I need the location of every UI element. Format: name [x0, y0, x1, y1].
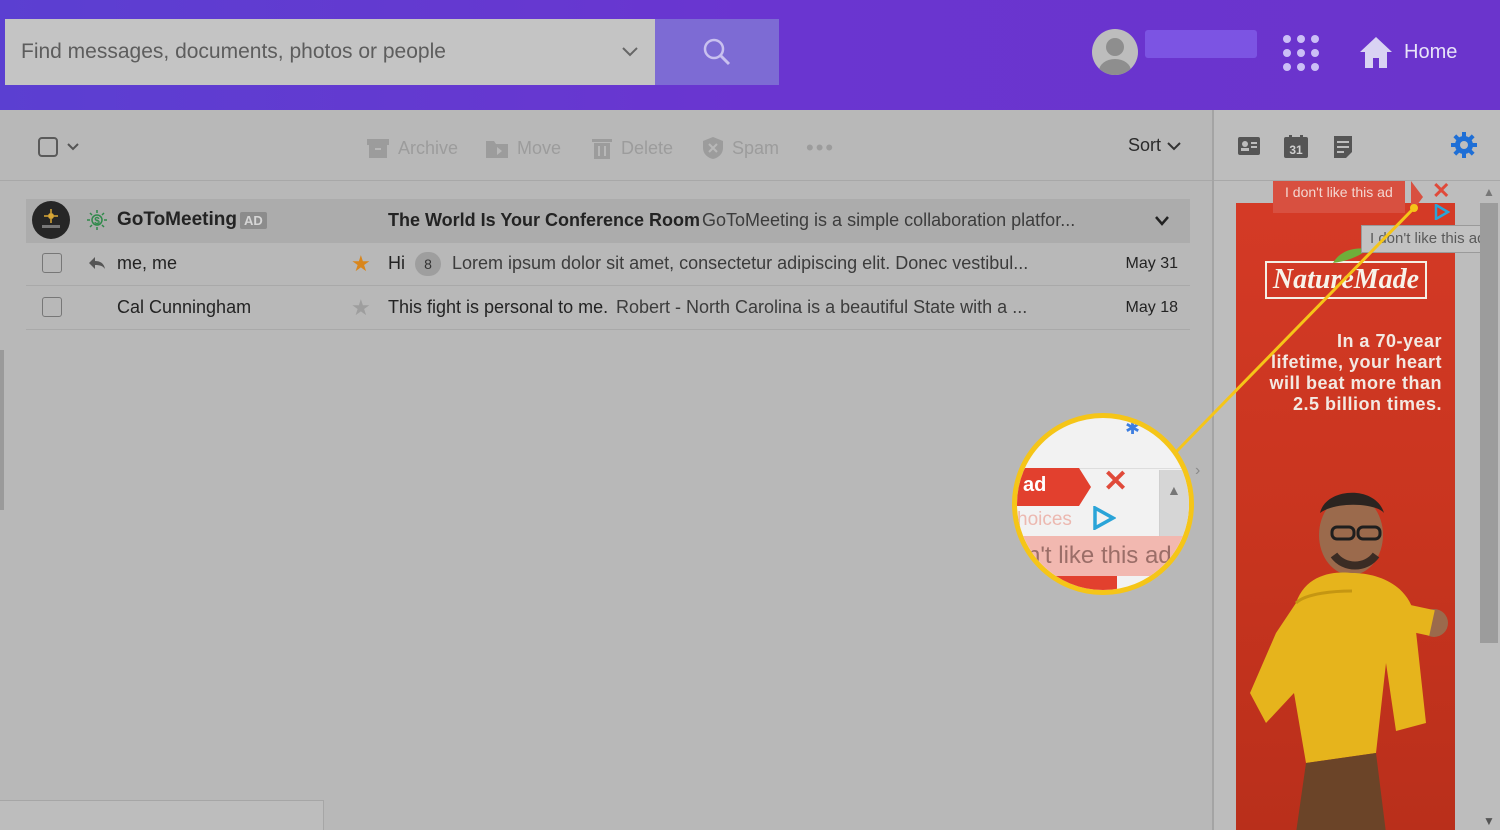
magnified-tag-arrow [1079, 468, 1091, 506]
table-row[interactable]: Cal Cunningham ★ This fight is personal … [26, 286, 1190, 330]
ad-badge: AD [240, 212, 267, 229]
message-subject: This fight is personal to me. [388, 297, 609, 317]
search-icon [703, 38, 731, 66]
display-ad[interactable]: NatureMade In a 70-year lifetime, your h… [1236, 203, 1455, 830]
sort-label: Sort [1128, 135, 1162, 155]
home-icon [1360, 37, 1392, 68]
calendar-day: 31 [1289, 143, 1303, 157]
magnified-adchoices-text: hoices [1017, 509, 1072, 530]
message-subject: The World Is Your Conference Room [388, 210, 701, 230]
magnified-tooltip-text: n't like this ad [1027, 542, 1172, 569]
expand-ad-chevron-icon[interactable] [1154, 211, 1170, 232]
gotomeeting-logo [32, 201, 70, 239]
archive-label: Archive [398, 137, 459, 158]
ad-copy-line: lifetime, your heart [1270, 352, 1442, 372]
replied-icon [88, 255, 106, 276]
trash-icon [592, 139, 612, 159]
close-ad-icon[interactable]: ✕ [1432, 178, 1450, 204]
ad-copy: In a 70-year lifetime, your heart will b… [1242, 331, 1442, 415]
delete-label: Delete [621, 137, 674, 158]
dont-like-ad-tooltip: I don't like this ad [1361, 225, 1497, 253]
apps-grid-icon[interactable] [1283, 35, 1319, 71]
thread-count-badge: 8 [415, 252, 441, 276]
ad-brand-logo: NatureMade [1265, 261, 1427, 299]
star-icon[interactable]: ★ [351, 251, 371, 277]
left-scroll-edge [0, 350, 4, 510]
move-label: Move [517, 137, 562, 158]
move-button[interactable]: Move [485, 135, 561, 161]
message-date: May 18 [1125, 299, 1178, 316]
sponsored-icon: $ [86, 209, 108, 236]
chevron-down-icon [1167, 141, 1181, 150]
select-all-checkbox[interactable] [38, 137, 58, 157]
folder-pane-edge [0, 800, 324, 830]
calendar-icon[interactable]: 31 [1283, 135, 1309, 164]
gear-icon: ✱ [1125, 418, 1141, 438]
dont-like-ad-tag[interactable]: I don't like this ad [1273, 181, 1405, 213]
more-actions-button[interactable]: ••• [806, 135, 835, 161]
notepad-icon[interactable] [1333, 135, 1353, 164]
shield-icon [703, 137, 723, 159]
svg-text:$: $ [94, 216, 100, 227]
sender-name: GoToMeeting [117, 209, 237, 230]
ad-person-image [1250, 492, 1448, 830]
magnified-tag-text: ad [1023, 474, 1047, 496]
message-preview: Robert - North Carolina is a beautiful S… [616, 297, 1028, 317]
home-link[interactable]: Home [1358, 32, 1457, 72]
sponsored-message-row[interactable]: $ GoToMeeting AD The World Is Your Confe… [26, 199, 1190, 243]
avatar[interactable] [1092, 29, 1138, 75]
archive-button[interactable]: Archive [366, 135, 458, 161]
spam-button[interactable]: Spam [702, 135, 779, 161]
gear-icon[interactable] [1450, 131, 1478, 164]
contacts-icon[interactable] [1237, 135, 1261, 162]
spam-label: Spam [732, 137, 780, 158]
home-label: Home [1404, 40, 1458, 63]
zoom-magnifier: ✱ ▲ ad ✕ hoices n't like this ad [1012, 413, 1194, 595]
scroll-up-arrow-icon: ▲ [1167, 482, 1181, 498]
ad-scrollbar[interactable] [1480, 203, 1498, 643]
message-date: May 31 [1125, 255, 1178, 272]
sort-button[interactable]: Sort [1128, 135, 1181, 156]
row-checkbox[interactable] [42, 297, 62, 317]
ad-tag-arrow [1411, 181, 1423, 213]
ad-copy-line: will beat more than [1269, 373, 1442, 393]
row-checkbox[interactable] [42, 253, 62, 273]
username-redacted [1145, 30, 1257, 58]
search-button[interactable] [655, 19, 779, 85]
table-row[interactable]: me, me ★ Hi 8 Lorem ipsum dolor sit amet… [26, 242, 1190, 286]
message-subject: Hi [388, 253, 405, 273]
close-icon: ✕ [1103, 465, 1129, 498]
search-input[interactable]: Find messages, documents, photos or peop… [5, 19, 655, 85]
chevron-right-icon[interactable]: › [1195, 462, 1200, 480]
sender-name: me, me [117, 253, 178, 273]
message-preview: GoToMeeting is a simple collaboration pl… [702, 210, 1076, 230]
scroll-up-arrow-icon[interactable]: ▲ [1483, 185, 1495, 199]
archive-icon [367, 139, 389, 158]
adchoices-icon[interactable] [1434, 202, 1451, 225]
message-preview: Lorem ipsum dolor sit amet, consectetur … [452, 253, 1029, 273]
chevron-down-icon[interactable] [605, 19, 655, 85]
delete-button[interactable]: Delete [591, 135, 673, 161]
star-icon[interactable]: ★ [351, 295, 371, 321]
adchoices-icon [1092, 505, 1117, 535]
search-placeholder: Find messages, documents, photos or peop… [21, 40, 446, 63]
scroll-down-arrow-icon[interactable]: ▼ [1483, 814, 1495, 828]
ad-copy-line: 2.5 billion times. [1292, 394, 1442, 414]
move-folder-icon [486, 141, 508, 158]
select-menu-chevron-icon[interactable] [66, 138, 80, 161]
sender-name: Cal Cunningham [117, 297, 252, 317]
ad-copy-line: In a 70-year [1336, 331, 1442, 351]
